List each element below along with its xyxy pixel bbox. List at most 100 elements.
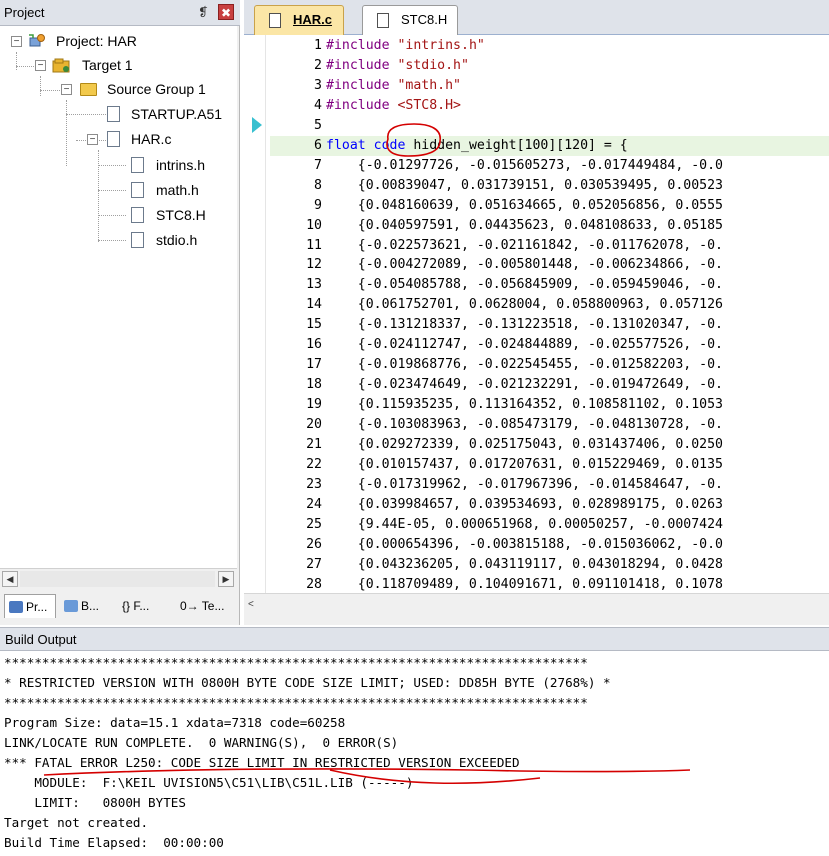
file-icon [107, 106, 120, 122]
tree-item-source-group[interactable]: − Source Group 1 [0, 78, 230, 100]
code-line[interactable]: 20 {-0.103083963, -0.085473179, -0.04813… [270, 415, 829, 435]
pin-icon[interactable]: ❡ [196, 4, 210, 20]
collapse-icon[interactable]: − [35, 60, 46, 71]
code-line[interactable]: 2 #include "stdio.h" [270, 56, 829, 76]
code-text: {0.010157437, 0.017207631, 0.015229469, … [326, 457, 723, 473]
code-text: #include "math.h" [326, 77, 462, 93]
project-icon [28, 33, 45, 49]
code-line[interactable]: 27 {0.043236205, 0.043119117, 0.04301829… [270, 555, 829, 575]
line-number: 18 [306, 377, 322, 393]
tree-item-include[interactable]: stdio.h [0, 229, 230, 251]
line-number: 28 [306, 576, 322, 592]
line-number: 1 [314, 38, 322, 53]
tree-label-project: Project: HAR [56, 33, 137, 49]
code-line[interactable]: 10 {0.040597591, 0.04435623, 0.048108633… [270, 216, 829, 236]
code-line[interactable]: 14 {0.061752701, 0.0628004, 0.058800963,… [270, 295, 829, 315]
code-line[interactable]: 26 {0.000654396, -0.003815188, -0.015036… [270, 535, 829, 555]
code-text: {-0.004272089, -0.005801448, -0.00623486… [326, 257, 723, 273]
code-line[interactable]: 19 {0.115935235, 0.113164352, 0.10858110… [270, 395, 829, 415]
code-text: {0.029272339, 0.025175043, 0.031437406, … [326, 437, 723, 453]
code-line[interactable]: 5 [270, 116, 829, 136]
code-line[interactable]: 4 #include <STC8.H> [270, 96, 829, 116]
code-line[interactable]: 22 {0.010157437, 0.017207631, 0.01522946… [270, 455, 829, 475]
code-line[interactable]: 24 {0.039984657, 0.039534693, 0.02898917… [270, 495, 829, 515]
code-text: {0.043236205, 0.043119117, 0.043018294, … [326, 556, 723, 572]
line-number: 16 [306, 337, 322, 353]
code-line[interactable]: 21 {0.029272339, 0.025175043, 0.03143740… [270, 435, 829, 455]
code-text: {9.44E-05, 0.000651968, 0.00050257, -0.0… [326, 516, 723, 532]
editor-horizontal-scrollbar[interactable]: < [244, 593, 829, 615]
line-number: 22 [306, 457, 322, 473]
tree-item-include[interactable]: intrins.h [0, 154, 230, 176]
code-text: {-0.01297726, -0.015605273, -0.017449484… [326, 157, 723, 173]
scroll-left-arrow-icon[interactable]: ◀ [2, 571, 18, 587]
line-number: 15 [306, 317, 322, 333]
code-line[interactable]: 11 {-0.022573621, -0.021161842, -0.01176… [270, 236, 829, 256]
code-line[interactable]: 28 {0.118709489, 0.104091671, 0.09110141… [270, 575, 829, 593]
collapse-icon[interactable]: − [11, 36, 22, 47]
code-line[interactable]: 17 {-0.019868776, -0.022545455, -0.01258… [270, 355, 829, 375]
tree-item-project[interactable]: − Project: HAR [0, 30, 230, 52]
tree-item-startup[interactable]: STARTUP.A51 [0, 103, 230, 125]
tree-item-har[interactable]: − HAR.c [0, 128, 230, 150]
folder-icon [80, 83, 97, 96]
code-text: {0.039984657, 0.039534693, 0.028989175, … [326, 496, 723, 512]
line-number: 2 [314, 57, 322, 73]
code-line[interactable]: 12 {-0.004272089, -0.005801448, -0.00623… [270, 255, 829, 275]
close-panel-icon[interactable]: ✖ [218, 4, 234, 20]
line-number: 13 [306, 277, 322, 293]
code-line[interactable]: 25 {9.44E-05, 0.000651968, 0.00050257, -… [270, 515, 829, 535]
code-text: {0.048160639, 0.051634665, 0.052056856, … [326, 197, 723, 213]
file-icon [131, 232, 144, 248]
build-output-line: *** FATAL ERROR L250: CODE SIZE LIMIT IN… [4, 755, 520, 770]
tab-stc8-h-label: STC8.H [401, 12, 448, 27]
tab-har-c-label: HAR.c [293, 12, 333, 27]
code-editor[interactable]: 1 #include "intrins.h" 2 #include "stdio.h"… [244, 35, 829, 593]
code-line[interactable]: 15 {-0.131218337, -0.131223518, -0.13102… [270, 315, 829, 335]
project-horizontal-scrollbar[interactable]: ◀ ▶ [0, 568, 237, 588]
build-output-console[interactable]: ****************************************… [0, 651, 829, 856]
build-output-line: Build Time Elapsed: 00:00:00 [4, 835, 224, 850]
scroll-right-arrow-icon[interactable]: ▶ [218, 571, 234, 587]
scroll-track[interactable] [20, 571, 215, 587]
line-number: 25 [306, 516, 322, 532]
tree-item-target[interactable]: − Target 1 [0, 54, 230, 76]
collapse-icon[interactable]: − [61, 84, 72, 95]
tree-label-include: STC8.H [156, 207, 206, 223]
tab-project[interactable]: Pr... [4, 594, 56, 618]
code-line[interactable]: 8 {0.00839047, 0.031739151, 0.030539495,… [270, 176, 829, 196]
code-line[interactable]: 13 {-0.054085788, -0.056845909, -0.05945… [270, 275, 829, 295]
code-line[interactable]: 9 {0.048160639, 0.051634665, 0.052056856… [270, 196, 829, 216]
tab-templates[interactable]: 0→ Te... [176, 594, 236, 618]
build-output-header: Build Output [0, 627, 829, 651]
code-line[interactable]: 16 {-0.024112747, -0.024844889, -0.02557… [270, 335, 829, 355]
collapse-icon[interactable]: − [87, 134, 98, 145]
code-line[interactable]: 23 {-0.017319962, -0.017967396, -0.01458… [270, 475, 829, 495]
code-text: {0.000654396, -0.003815188, -0.015036062… [326, 536, 723, 552]
tab-functions[interactable]: {} F... [118, 594, 172, 618]
tree-item-include[interactable]: STC8.H [0, 204, 230, 226]
code-line[interactable]: 18 {-0.023474649, -0.021232291, -0.01947… [270, 375, 829, 395]
tree-item-include[interactable]: math.h [0, 179, 230, 201]
code-line[interactable]: 6 float code hidden_weight[100][120] = { [270, 135, 829, 156]
code-lines: 1 #include "intrins.h" 2 #include "stdio.h"… [270, 36, 829, 593]
current-line-arrow-icon [252, 117, 262, 133]
code-text: {0.061752701, 0.0628004, 0.058800963, 0.… [326, 297, 723, 313]
code-line[interactable]: 3 #include "math.h" [270, 76, 829, 96]
line-number: 26 [306, 536, 322, 552]
build-output-line: ****************************************… [4, 655, 588, 670]
code-line[interactable]: 1 #include "intrins.h" [270, 36, 829, 56]
books-tab-icon [64, 600, 78, 612]
project-panel-tabs: Pr... B... {} F... 0→ Te... [0, 592, 237, 620]
build-output-line: Target not created. [4, 815, 149, 830]
scroll-left-arrow-icon[interactable]: < [248, 598, 262, 612]
tab-har-c[interactable]: HAR.c [254, 5, 344, 35]
line-number: 17 [306, 357, 322, 373]
code-line[interactable]: 7 {-0.01297726, -0.015605273, -0.0174494… [270, 156, 829, 176]
build-output-line: LINK/LOCATE RUN COMPLETE. 0 WARNING(S), … [4, 735, 399, 750]
build-output-line: Program Size: data=15.1 xdata=7318 code=… [4, 715, 346, 730]
tab-books[interactable]: B... [60, 594, 114, 618]
tab-stc8-h[interactable]: STC8.H [362, 5, 458, 35]
tree-label-include: intrins.h [156, 157, 206, 173]
build-output-title: Build Output [5, 632, 77, 647]
